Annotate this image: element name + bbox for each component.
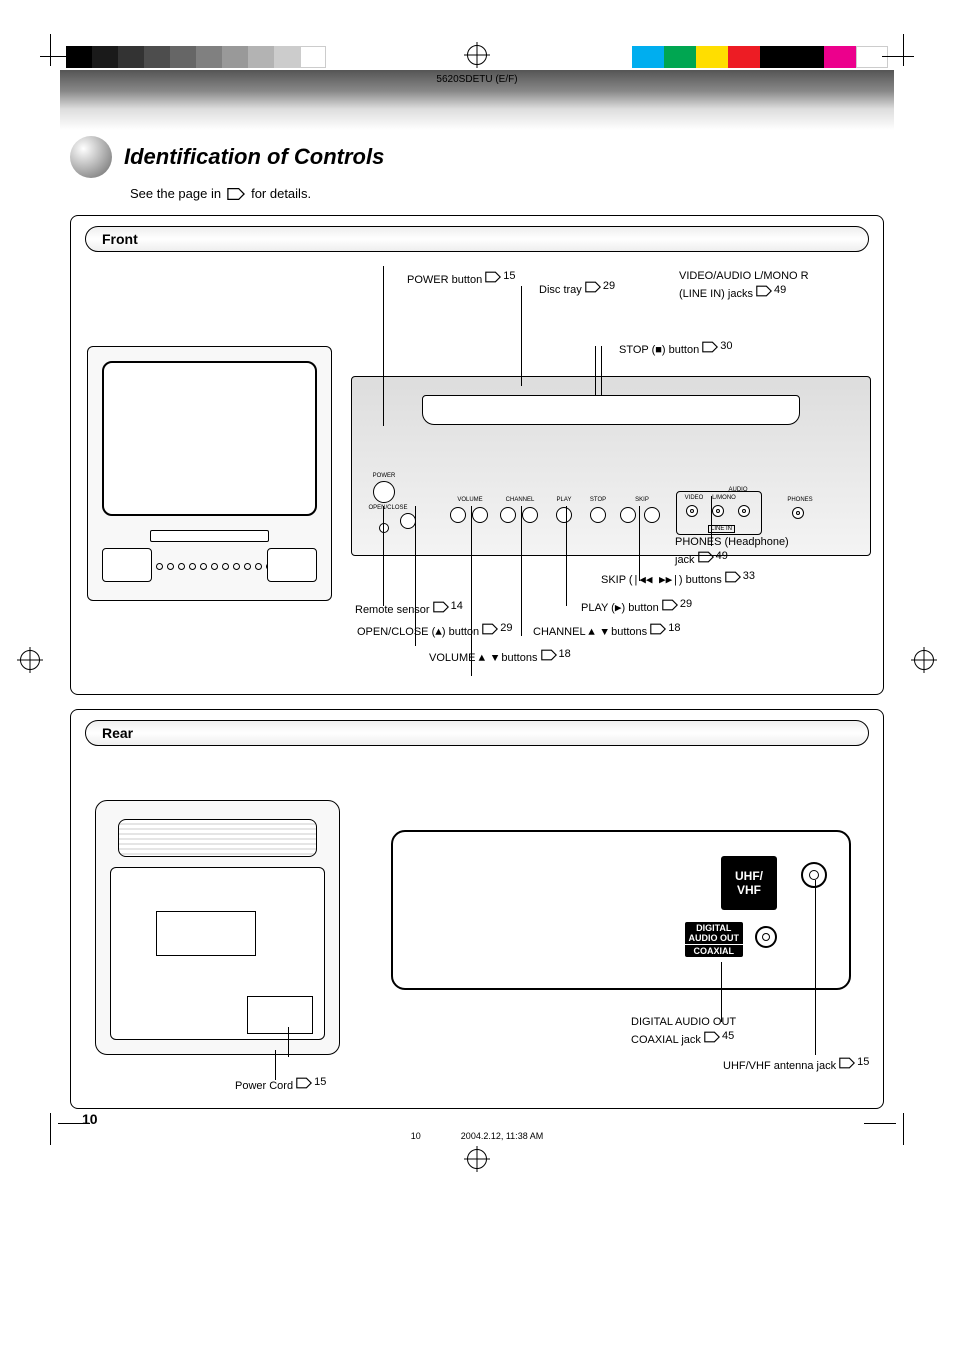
crop-mark-icon [40, 16, 90, 66]
front-heading: Front [85, 226, 869, 252]
label-skip: SKIP [635, 497, 649, 503]
subtitle-suffix: for details. [251, 186, 311, 201]
tv-rear-thumbnail [95, 800, 340, 1055]
rear-heading: Rear [85, 720, 869, 746]
callout-power: POWER button 15 [407, 270, 516, 288]
subtitle: See the page in for details. [130, 186, 884, 201]
page-title: Identification of Controls [124, 144, 384, 170]
antenna-jack-icon [801, 862, 827, 888]
label-stop: STOP [590, 497, 606, 503]
label-audio: AUDIO [728, 487, 747, 493]
page-ref-icon [227, 187, 245, 201]
crop-mark-icon [864, 1113, 914, 1163]
callout-stop: STOP (■) button 30 [619, 340, 733, 359]
callout-power-cord: Power Cord 15 [235, 1076, 326, 1094]
rear-panel-section: Rear UHF/VHF DIGITALAUDIO OUT COAXIAL Po… [70, 709, 884, 1109]
callout-skip: SKIP (|◀◀ ▶▶|) buttons 33 [601, 570, 755, 589]
label-play: PLAY [557, 497, 572, 503]
label-digital-audio-out: DIGITALAUDIO OUT COAXIAL [685, 922, 744, 957]
callout-phones: PHONES (Headphone) jack 49 [675, 536, 789, 567]
front-panel-section: Front POWER OPEN/CLOSE VOLUME CHANNEL [70, 215, 884, 695]
rear-closeup-diagram: UHF/VHF DIGITALAUDIO OUT COAXIAL [391, 830, 851, 990]
registration-mark-icon [467, 45, 487, 65]
crop-mark-icon [40, 1113, 90, 1163]
front-controls-diagram: POWER OPEN/CLOSE VOLUME CHANNEL PLAY STO… [351, 376, 871, 556]
callout-antenna: UHF/VHF antenna jack 15 [723, 1056, 869, 1074]
label-volume: VOLUME [457, 497, 482, 503]
callout-coaxial: DIGITAL AUDIO OUT COAXIAL jack 45 [631, 1016, 736, 1047]
crop-mark-icon [864, 16, 914, 66]
label-power: POWER [373, 473, 396, 479]
coaxial-jack-icon [755, 926, 777, 948]
callout-volume: VOLUME ▲ ▼ buttons 18 [429, 648, 571, 667]
callout-line-in: VIDEO/AUDIO L/MONO R (LINE IN) jacks 49 [679, 270, 809, 301]
label-video: VIDEO [685, 495, 704, 501]
callout-play: PLAY (▶) button 29 [581, 598, 692, 617]
callout-remote-sensor: Remote sensor 14 [355, 600, 463, 618]
registration-mark-icon [914, 650, 934, 670]
title-row: Identification of Controls [70, 136, 884, 178]
tv-front-thumbnail [87, 346, 332, 601]
subtitle-prefix: See the page in [130, 186, 221, 201]
label-line-in: LINE IN [708, 525, 735, 533]
callout-disc-tray: Disc tray 29 [539, 280, 615, 298]
file-label: 5620SDETU (E/F) [436, 74, 517, 85]
calibration-strip [0, 0, 954, 70]
label-phones: PHONES [787, 497, 812, 503]
label-channel: CHANNEL [506, 497, 535, 503]
color-bar [632, 46, 888, 68]
label-lmono: L/MONO [712, 495, 736, 501]
header-gradient: 5620SDETU (E/F) [60, 70, 894, 130]
registration-mark-icon [467, 1149, 487, 1169]
registration-mark-icon [20, 650, 40, 670]
callout-open-close: OPEN/CLOSE (▲) button 29 [357, 622, 512, 641]
label-open-close: OPEN/CLOSE [368, 505, 407, 511]
label-uhf-vhf: UHF/VHF [721, 856, 777, 910]
sphere-bullet-icon [70, 136, 112, 178]
footer-meta: 10 2004.2.12, 11:38 AM [411, 1131, 543, 1141]
callout-channel: CHANNEL ▲ ▼ buttons 18 [533, 622, 680, 641]
grayscale-bar [66, 46, 326, 68]
